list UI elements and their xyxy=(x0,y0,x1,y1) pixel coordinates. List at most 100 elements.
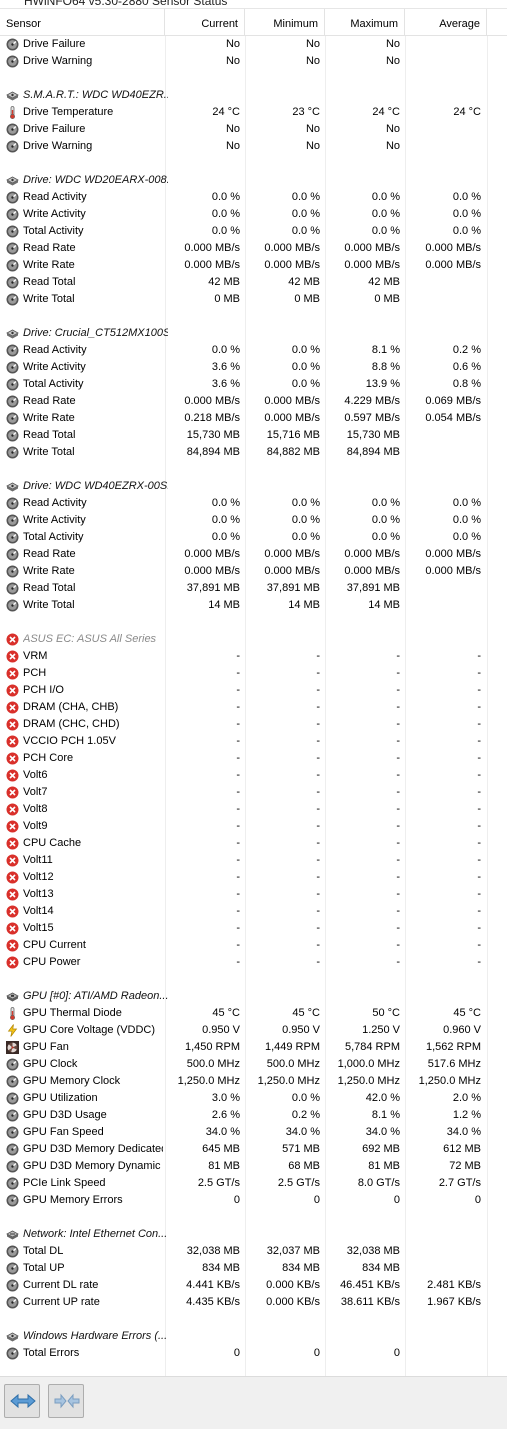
sensor-row[interactable]: Total Activity 0.0 % 0.0 % 0.0 % 0.0 % xyxy=(0,223,507,240)
sensor-row[interactable]: Read Rate 0.000 MB/s 0.000 MB/s 0.000 MB/s 0… xyxy=(0,546,507,563)
sensor-row[interactable]: Drive Failure No No No xyxy=(0,121,507,138)
sensor-row[interactable]: DRAM (CHA, CHB) - - - - xyxy=(0,699,507,716)
expand-arrows-button[interactable] xyxy=(4,1384,40,1418)
sensor-row[interactable]: CPU Cache - - - - xyxy=(0,835,507,852)
sensor-row[interactable]: Write Total 84,894 MB 84,882 MB 84,894 MB xyxy=(0,444,507,461)
sensor-row[interactable]: Write Activity 3.6 % 0.0 % 8.8 % 0.6 % xyxy=(0,359,507,376)
average-value: - xyxy=(477,735,481,747)
sensor-row[interactable]: Drive Warning No No No xyxy=(0,138,507,155)
sensor-row[interactable]: GPU Utilization 3.0 % 0.0 % 42.0 % 2.0 % xyxy=(0,1090,507,1107)
sensor-row[interactable]: Volt8 - - - - xyxy=(0,801,507,818)
sensor-row[interactable]: Write Activity 0.0 % 0.0 % 0.0 % 0.0 % xyxy=(0,206,507,223)
gauge-icon xyxy=(6,1245,19,1258)
minimum-value: - xyxy=(316,718,320,730)
thermometer-icon xyxy=(6,106,19,120)
current-value: 3.6 % xyxy=(211,378,240,390)
sensor-group-header[interactable]: Network: Intel Ethernet Con... xyxy=(0,1226,507,1243)
sensor-row[interactable]: Total Activity 0.0 % 0.0 % 0.0 % 0.0 % xyxy=(0,529,507,546)
column-header-average[interactable]: Average xyxy=(405,9,487,35)
sensor-row[interactable]: VCCIO PCH 1.05V - - - - xyxy=(0,733,507,750)
minimum-value: 834 MB xyxy=(282,1262,320,1274)
sensor-row[interactable]: GPU Clock 500.0 MHz 500.0 MHz 1,000.0 MHz 51… xyxy=(0,1056,507,1073)
sensor-row[interactable]: Write Total 0 MB 0 MB 0 MB xyxy=(0,291,507,308)
sensor-row[interactable]: Read Activity 0.0 % 0.0 % 0.0 % 0.0 % xyxy=(0,189,507,206)
sensor-group-header[interactable]: Drive: WDC WD20EARX-008... xyxy=(0,172,507,189)
sensor-row[interactable]: Write Rate 0.000 MB/s 0.000 MB/s 0.000 MB/s… xyxy=(0,563,507,580)
sensor-row[interactable]: PCH Core - - - - xyxy=(0,750,507,767)
sensor-row[interactable]: CPU Power - - - - xyxy=(0,954,507,971)
maximum-value: 81 MB xyxy=(368,1160,400,1172)
sensor-row[interactable]: GPU Core Voltage (VDDC) 0.950 V 0.950 V 1.2… xyxy=(0,1022,507,1039)
sensor-row[interactable]: Volt12 - - - - xyxy=(0,869,507,886)
gauge-icon xyxy=(6,1262,19,1275)
sensor-row[interactable]: Volt9 - - - - xyxy=(0,818,507,835)
sensor-row[interactable]: GPU Thermal Diode 45 °C 45 °C 50 °C 45 °C xyxy=(0,1005,507,1022)
sensor-group-header[interactable]: Drive: Crucial_CT512MX100S... xyxy=(0,325,507,342)
sensor-row[interactable]: VRM - - - - xyxy=(0,648,507,665)
sensor-row[interactable]: Write Rate 0.000 MB/s 0.000 MB/s 0.000 MB/s… xyxy=(0,257,507,274)
sensor-row[interactable]: Volt13 - - - - xyxy=(0,886,507,903)
maximum-value: 13.9 % xyxy=(365,378,400,390)
sensor-group-header[interactable]: Drive: WDC WD40EZRX-00S... xyxy=(0,478,507,495)
sensor-row[interactable]: Volt11 - - - - xyxy=(0,852,507,869)
column-header-maximum[interactable]: Maximum xyxy=(325,9,405,35)
sensor-row[interactable]: Read Rate 0.000 MB/s 0.000 MB/s 4.229 MB/s 0… xyxy=(0,393,507,410)
sensor-row[interactable]: Read Activity 0.0 % 0.0 % 0.0 % 0.0 % xyxy=(0,495,507,512)
sensor-row[interactable]: Volt7 - - - - xyxy=(0,784,507,801)
sensor-row[interactable]: PCIe Link Speed 2.5 GT/s 2.5 GT/s 8.0 GT/s 2… xyxy=(0,1175,507,1192)
sensor-row[interactable]: Write Rate 0.218 MB/s 0.000 MB/s 0.597 MB/s… xyxy=(0,410,507,427)
sensor-row[interactable]: Volt15 - - - - xyxy=(0,920,507,937)
sensor-name: CPU Current xyxy=(23,939,86,951)
sensor-row[interactable]: Total UP 834 MB 834 MB 834 MB xyxy=(0,1260,507,1277)
sensor-row[interactable]: GPU D3D Memory Dynamic 81 MB 68 MB 81 MB 72 … xyxy=(0,1158,507,1175)
sensor-row[interactable]: Volt6 - - - - xyxy=(0,767,507,784)
sensor-row[interactable]: PCH - - - - xyxy=(0,665,507,682)
sensor-row[interactable]: Write Activity 0.0 % 0.0 % 0.0 % 0.0 % xyxy=(0,512,507,529)
sensor-name: PCH I/O xyxy=(23,684,64,696)
sensor-row[interactable]: GPU D3D Usage 2.6 % 0.2 % 8.1 % 1.2 % xyxy=(0,1107,507,1124)
current-value: 0.000 MB/s xyxy=(184,395,240,407)
sensor-row[interactable]: Total DL 32,038 MB 32,037 MB 32,038 MB xyxy=(0,1243,507,1260)
sensor-row[interactable]: Current UP rate 4.435 KB/s 0.000 KB/s 38.61… xyxy=(0,1294,507,1311)
sensor-group-header[interactable]: Windows Hardware Errors (... xyxy=(0,1328,507,1345)
average-value: 1,562 RPM xyxy=(425,1041,481,1053)
sensor-row[interactable]: CPU Current - - - - xyxy=(0,937,507,954)
sensor-row[interactable]: Current DL rate 4.441 KB/s 0.000 KB/s 46.45… xyxy=(0,1277,507,1294)
sensor-row[interactable]: Drive Warning No No No xyxy=(0,53,507,70)
collapse-arrows-button[interactable] xyxy=(48,1384,84,1418)
column-header-current[interactable]: Current xyxy=(165,9,245,35)
sensor-row[interactable]: Volt14 - - - - xyxy=(0,903,507,920)
sensor-row[interactable]: Read Total 42 MB 42 MB 42 MB xyxy=(0,274,507,291)
column-header-minimum[interactable]: Minimum xyxy=(245,9,325,35)
sensor-group-header[interactable]: GPU [#0]: ATI/AMD Radeon... xyxy=(0,988,507,1005)
sensor-row[interactable]: GPU Memory Errors 0 0 0 0 xyxy=(0,1192,507,1209)
sensor-name: GPU Fan Speed xyxy=(23,1126,104,1138)
average-value: - xyxy=(477,650,481,662)
sensor-row[interactable]: Total Activity 3.6 % 0.0 % 13.9 % 0.8 % xyxy=(0,376,507,393)
sensor-group-header[interactable]: ASUS EC: ASUS All Series xyxy=(0,631,507,648)
gauge-icon xyxy=(6,208,19,221)
current-value: 834 MB xyxy=(202,1262,240,1274)
sensor-row[interactable]: DRAM (CHC, CHD) - - - - xyxy=(0,716,507,733)
column-header-sensor[interactable]: Sensor xyxy=(0,9,165,35)
sensor-row[interactable]: GPU D3D Memory Dedicated 645 MB 571 MB 692 … xyxy=(0,1141,507,1158)
sensor-row[interactable]: Total Errors 0 0 0 xyxy=(0,1345,507,1362)
sensor-row[interactable]: Read Rate 0.000 MB/s 0.000 MB/s 0.000 MB/s 0… xyxy=(0,240,507,257)
sensor-row[interactable]: GPU Memory Clock 1,250.0 MHz 1,250.0 MHz 1,… xyxy=(0,1073,507,1090)
gauge-icon xyxy=(6,412,19,425)
sensor-row[interactable]: PCH I/O - - - - xyxy=(0,682,507,699)
sensor-row[interactable]: GPU Fan 1,450 RPM 1,449 RPM 5,784 RPM 1,562 … xyxy=(0,1039,507,1056)
sensor-name: Read Rate xyxy=(23,395,76,407)
sensor-row[interactable]: Read Total 37,891 MB 37,891 MB 37,891 MB xyxy=(0,580,507,597)
current-value: - xyxy=(236,837,240,849)
sensor-row[interactable]: Drive Failure No No No xyxy=(0,36,507,53)
sensor-name: GPU Clock xyxy=(23,1058,78,1070)
sensor-name: Drive Warning xyxy=(23,140,93,152)
current-value: - xyxy=(236,803,240,815)
sensor-row[interactable]: Write Total 14 MB 14 MB 14 MB xyxy=(0,597,507,614)
sensor-row[interactable]: Read Total 15,730 MB 15,716 MB 15,730 MB xyxy=(0,427,507,444)
sensor-row[interactable]: Drive Temperature 24 °C 23 °C 24 °C 24 °C xyxy=(0,104,507,121)
sensor-row[interactable]: GPU Fan Speed 34.0 % 34.0 % 34.0 % 34.0 % xyxy=(0,1124,507,1141)
sensor-row[interactable]: Read Activity 0.0 % 0.0 % 8.1 % 0.2 % xyxy=(0,342,507,359)
sensor-group-header[interactable]: S.M.A.R.T.: WDC WD40EZR... xyxy=(0,87,507,104)
